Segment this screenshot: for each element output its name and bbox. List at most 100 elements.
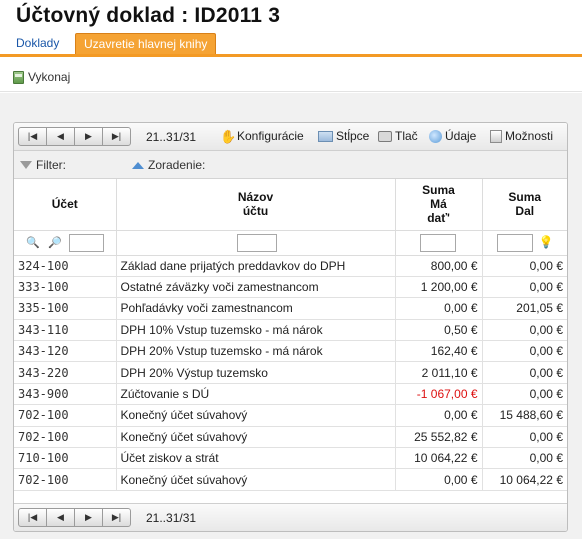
page-title: Účtovný doklad : ID2011 3 [16,4,281,27]
run-label: Vykonaj [28,70,71,84]
table-row[interactable]: 343-900 Zúčtovanie s DÚ -1 067,00 € 0,00… [14,383,567,406]
first-page-icon: |◀ [27,131,38,141]
accounts-table: Účet Názov účtu Suma Má dať' Suma Dal 🔍 [14,179,567,491]
credit-cell: 0,00 € [482,447,567,470]
name-cell: DPH 20% Výstup tuzemsko [116,361,396,384]
column-header-name[interactable]: Názov účtu [116,179,396,231]
first-page-button[interactable]: |◀ [18,127,47,146]
run-button[interactable]: Vykonaj [13,69,70,85]
prev-page-button[interactable]: ◀ [46,127,75,146]
search-icon[interactable]: 🔍 [26,236,40,249]
table-row[interactable]: 335-100 Pohľadávky voči zamestnancom 0,0… [14,297,567,320]
lightbulb-icon[interactable]: 💡 [539,235,554,249]
search-plus-icon[interactable]: 🔎 [48,236,62,249]
credit-cell: 0,00 € [482,340,567,363]
credit-cell: 0,00 € [482,426,567,449]
table-row[interactable]: 333-100 Ostatné záväzky voči zamestnanco… [14,276,567,299]
data-icon [429,129,442,143]
filter-toggle[interactable]: Filter: [20,158,66,172]
column-credit-label-2: Dal [515,204,535,219]
table-row[interactable]: 324-100 Základ dane prijatých preddavkov… [14,255,567,277]
table-row[interactable]: 702-100 Konečný účet súvahový 0,00 € 15 … [14,404,567,427]
filter-bar: Filter: Zoradenie: [14,151,567,179]
footer-first-page-button[interactable]: |◀ [18,508,47,527]
debit-cell: 1 200,00 € [395,276,483,299]
funnel-icon [20,161,32,169]
last-page-button[interactable]: ▶| [102,127,131,146]
filter-row: 🔍 🔎 💡 [14,230,567,256]
table-row[interactable]: 710-100 Účet ziskov a strát 10 064,22 € … [14,447,567,470]
filter-label: Filter: [36,158,66,172]
debit-cell: -1 067,00 € [395,383,483,406]
columns-icon [318,130,333,142]
data-label: Údaje [445,129,477,143]
configure-icon: ✋ [220,128,237,144]
column-header-credit[interactable]: Suma Dal [482,179,567,231]
table-row[interactable]: 343-120 DPH 20% Vstup tuzemsko - má náro… [14,340,567,363]
debit-cell: 2 011,10 € [395,361,483,384]
column-header-account[interactable]: Účet [14,179,117,231]
calculator-icon [13,70,24,84]
footer-next-page-button[interactable]: ▶ [74,508,103,527]
footer-prev-page-button[interactable]: ◀ [46,508,75,527]
column-name-label-1: Názov [237,190,274,205]
print-button[interactable]: Tlač [378,129,418,143]
credit-cell: 10 064,22 € [482,468,567,491]
table-row[interactable]: 702-100 Konečný účet súvahový 0,00 € 10 … [14,468,567,491]
table-row[interactable]: 343-220 DPH 20% Výstup tuzemsko 2 011,10… [14,361,567,384]
account-filter-input[interactable] [69,233,104,252]
name-cell: DPH 10% Vstup tuzemsko - má nárok [116,319,396,342]
account-cell: 710-100 [14,447,117,470]
column-name-label-2: účtu [242,204,269,219]
options-button[interactable]: Možnosti [490,129,553,143]
name-cell: Účet ziskov a strát [116,447,396,470]
credit-cell: 0,00 € [482,361,567,384]
sort-toggle[interactable]: Zoradenie: [132,158,205,172]
credit-cell: 0,00 € [482,255,567,277]
configure-button[interactable]: ✋ Konfigurácie [220,129,304,143]
columns-label: Stĺpce [336,129,370,143]
credit-cell: 0,00 € [482,319,567,342]
debit-cell: 800,00 € [395,255,483,277]
data-button[interactable]: Údaje [429,129,476,143]
name-cell: DPH 20% Vstup tuzemsko - má nárok [116,340,396,363]
print-label: Tlač [395,129,418,143]
credit-cell: 0,00 € [482,276,567,299]
tab-bar: Doklady Uzavretie hlavnej knihy [0,33,582,57]
footer-pager: |◀ ◀ ▶ ▶| [18,508,131,527]
debit-cell: 0,00 € [395,468,483,491]
debit-filter-input[interactable] [419,233,456,252]
debit-cell: 0,00 € [395,297,483,320]
name-filter-input[interactable] [236,233,277,252]
name-cell: Zúčtovanie s DÚ [116,383,396,406]
next-page-button[interactable]: ▶ [74,127,103,146]
name-cell: Konečný účet súvahový [116,426,396,449]
prev-page-icon: ◀ [57,512,64,522]
account-cell: 335-100 [14,297,117,320]
credit-filter-input[interactable] [496,233,533,252]
table-row[interactable]: 702-100 Konečný účet súvahový 25 552,82 … [14,426,567,449]
debit-cell: 25 552,82 € [395,426,483,449]
tab-uzavretie-hlavnej-knihy[interactable]: Uzavretie hlavnej knihy [75,33,217,54]
next-page-icon: ▶ [85,512,92,522]
credit-filter-cell: 💡 [482,230,567,256]
columns-button[interactable]: Stĺpce [318,129,369,143]
debit-cell: 0,50 € [395,319,483,342]
account-cell: 343-110 [14,319,117,342]
column-header-debit[interactable]: Suma Má dať' [395,179,483,231]
account-cell: 702-100 [14,426,117,449]
credit-cell: 0,00 € [482,383,567,406]
title-bar: Účtovný doklad : ID2011 3 [0,0,582,34]
tab-doklady[interactable]: Doklady [8,33,67,54]
column-debit-label-2: Má [430,197,447,212]
options-label: Možnosti [505,129,554,143]
sort-label: Zoradenie: [148,158,206,172]
footer-last-page-button[interactable]: ▶| [102,508,131,527]
debit-cell: 162,40 € [395,340,483,363]
account-cell: 343-120 [14,340,117,363]
debit-filter-cell [395,230,483,256]
column-credit-label-1: Suma [508,190,542,205]
grid-footer: |◀ ◀ ▶ ▶| 21..31/31 [14,503,567,531]
account-cell: 333-100 [14,276,117,299]
table-row[interactable]: 343-110 DPH 10% Vstup tuzemsko - má náro… [14,319,567,342]
